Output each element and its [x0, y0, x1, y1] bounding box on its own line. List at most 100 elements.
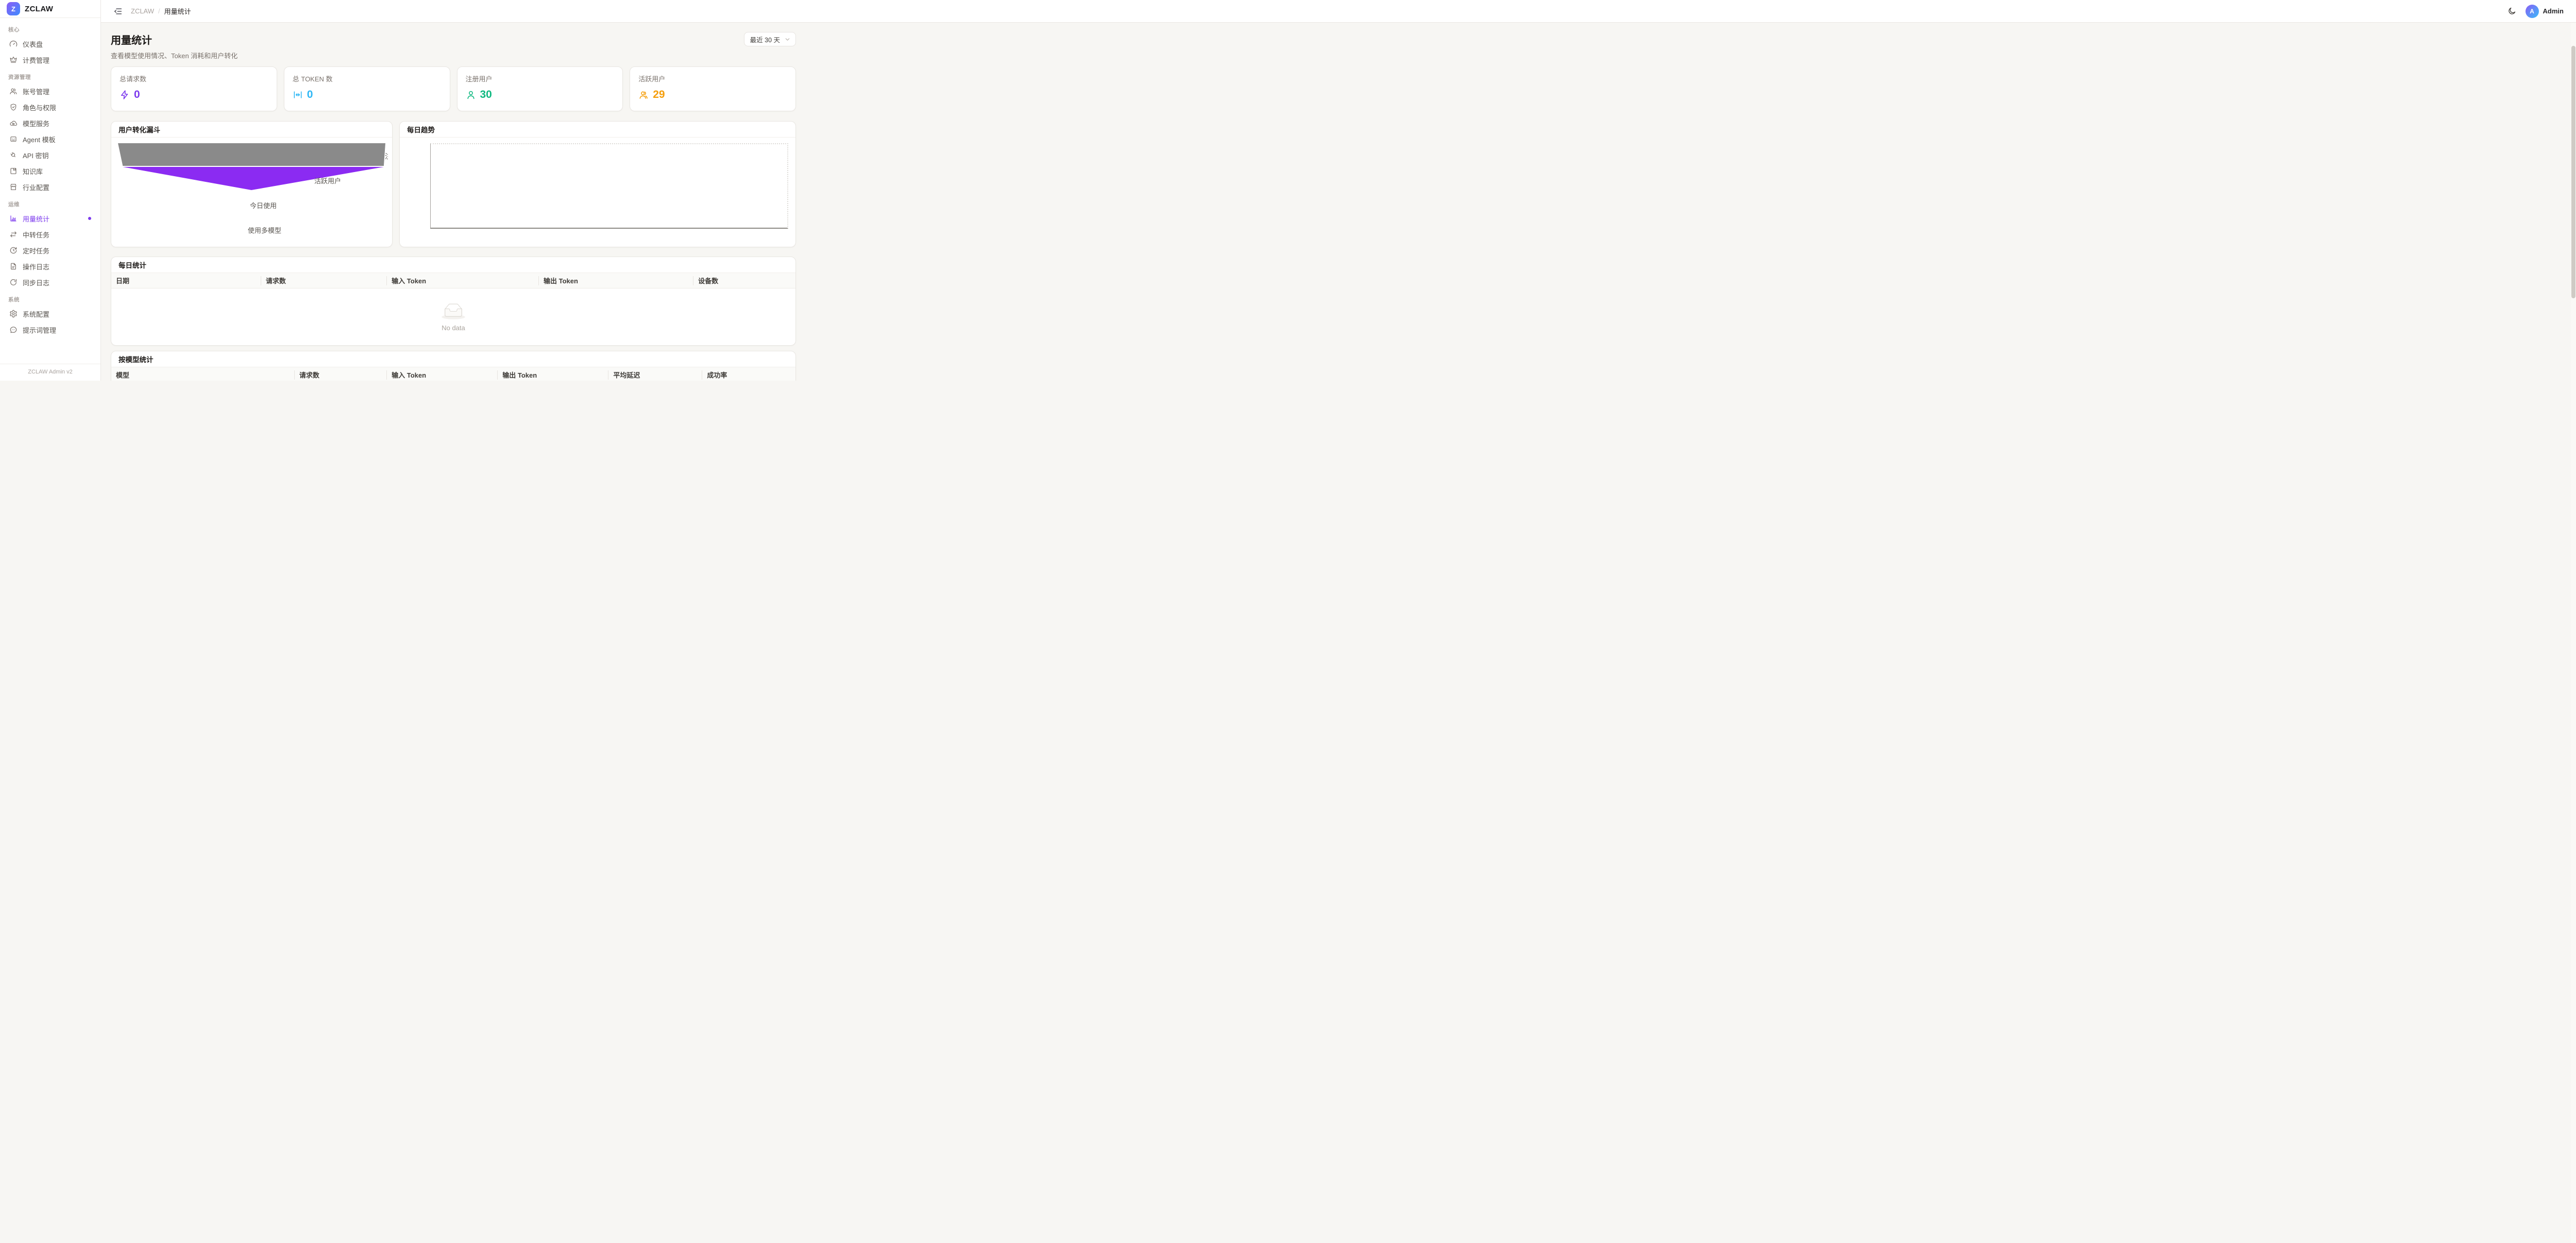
column-header-output-token: 输出 Token	[539, 273, 693, 288]
funnel-stage-registered	[118, 143, 385, 166]
nav-group-system: 系统	[8, 296, 92, 303]
stat-value: 0	[307, 89, 313, 101]
sidebar-item-industry-config[interactable]: 行业配置	[6, 179, 94, 195]
sidebar-item-billing[interactable]: 计费管理	[6, 52, 94, 67]
trend-card-title: 每日趋势	[407, 124, 435, 134]
sidebar-item-operation-logs[interactable]: 操作日志	[6, 259, 94, 274]
sidebar-item-relay-tasks[interactable]: 中转任务	[6, 227, 94, 242]
nav-group-resources: 资源管理	[8, 73, 92, 81]
sidebar-item-label: API 密钥	[23, 150, 49, 160]
sidebar-item-roles[interactable]: 角色与权限	[6, 99, 94, 115]
stat-label: 总 TOKEN 数	[293, 74, 442, 83]
sidebar-item-accounts[interactable]: 账号管理	[6, 83, 94, 99]
funnel-card-title: 用户转化漏斗	[118, 124, 160, 134]
cloud-icon	[9, 119, 18, 127]
page-subtitle: 查看模型使用情况、Token 消耗和用户转化	[111, 50, 238, 60]
model-table-header: 模型 请求数 输入 Token 输出 Token 平均延迟 成功率	[111, 367, 795, 381]
sidebar-item-model-services[interactable]: 模型服务	[6, 115, 94, 131]
column-header-success-rate: 成功率	[702, 367, 795, 381]
sidebar-item-usage-stats[interactable]: 用量统计	[6, 211, 94, 226]
store-icon	[9, 183, 18, 191]
sidebar-item-scheduled-tasks[interactable]: 定时任务	[6, 243, 94, 258]
sidebar-item-agent-templates[interactable]: Agent 模板	[6, 131, 94, 147]
token-width-icon	[293, 90, 303, 100]
sidebar-item-dashboard[interactable]: 仪表盘	[6, 36, 94, 52]
column-header-input-token: 输入 Token	[387, 367, 498, 381]
funnel-label-active: 活跃用户	[314, 176, 341, 185]
main-content: 用量统计 查看模型使用情况、Token 消耗和用户转化 最近 30 天 总请求数…	[101, 23, 808, 381]
sidebar-item-label: 同步日志	[23, 278, 49, 287]
empty-state: No data	[111, 288, 795, 345]
breadcrumb-current: 用量统计	[164, 6, 191, 16]
column-header-requests: 请求数	[295, 367, 387, 381]
bot-icon	[9, 135, 18, 143]
sidebar-item-label: 用量统计	[23, 214, 49, 224]
stat-label: 活跃用户	[638, 74, 787, 83]
brand-logo: Z	[7, 2, 20, 15]
user-name: Admin	[2543, 7, 2564, 15]
refresh-icon	[9, 278, 18, 286]
sidebar-item-label: 定时任务	[23, 246, 49, 256]
sidebar-item-label: 操作日志	[23, 262, 49, 271]
gauge-icon	[9, 40, 18, 48]
user-menu[interactable]: A Admin	[2526, 5, 2564, 18]
sidebar-item-api-keys[interactable]: API 密钥	[6, 147, 94, 163]
funnel-chart[interactable]: 注册用户 活跃用户 今日使用 使用多模型	[111, 138, 392, 247]
sidebar-collapse-icon[interactable]	[113, 7, 123, 16]
topbar: ZCLAW / 用量统计 A Admin	[101, 0, 2576, 23]
page-title: 用量统计	[111, 32, 238, 47]
sidebar-footer-version: ZCLAW Admin v2	[0, 364, 100, 381]
funnel-label-multi-model: 使用多模型	[248, 225, 281, 235]
crown-icon	[9, 56, 18, 64]
column-header-devices: 设备数	[693, 273, 795, 288]
nav-group-core: 核心	[8, 26, 92, 33]
plug-icon	[9, 151, 18, 159]
sidebar-item-label: 中转任务	[23, 230, 49, 240]
daily-table-header: 日期 请求数 输入 Token 输出 Token 设备数	[111, 273, 795, 288]
breadcrumb-root[interactable]: ZCLAW	[131, 7, 154, 15]
stat-value: 0	[134, 89, 140, 101]
timer-icon	[9, 246, 18, 254]
column-header-date: 日期	[111, 273, 261, 288]
sidebar: Z ZCLAW 核心 仪表盘 计费管理 资源管理 账号管理 角色与权限	[0, 0, 101, 381]
nav-group-ops: 运维	[8, 200, 92, 208]
breadcrumb: ZCLAW / 用量统计	[131, 6, 191, 16]
date-range-select[interactable]: 最近 30 天	[744, 32, 796, 46]
date-range-value: 最近 30 天	[750, 35, 780, 44]
file-text-icon	[9, 262, 18, 270]
gear-icon	[9, 310, 18, 318]
sidebar-item-prompt-management[interactable]: 提示词管理	[6, 322, 94, 337]
users-icon	[9, 87, 18, 95]
model-stats-card: 按模型统计 模型 请求数 输入 Token 输出 Token 平均延迟 成功率	[111, 351, 796, 381]
sidebar-item-label: 角色与权限	[23, 103, 56, 112]
scrollbar-thumb[interactable]	[2571, 46, 2575, 298]
sidebar-item-knowledge-base[interactable]: 知识库	[6, 163, 94, 179]
funnel-stage-active	[118, 167, 385, 190]
column-header-avg-latency: 平均延迟	[608, 367, 702, 381]
sidebar-item-label: 系统配置	[23, 309, 49, 319]
empty-state-text: No data	[442, 324, 465, 332]
stats-row: 总请求数 0 总 TOKEN 数 0 注册用户 30	[111, 66, 796, 111]
funnel-card: 用户转化漏斗 注册用户 活跃用户 今日使用 使用多模型	[111, 121, 393, 247]
daily-table-title: 每日统计	[118, 260, 146, 270]
user-icon	[466, 90, 476, 100]
avatar: A	[2526, 5, 2539, 18]
empty-plot-area	[430, 143, 788, 229]
brand-title: ZCLAW	[25, 5, 53, 13]
stat-label: 总请求数	[120, 74, 268, 83]
sidebar-item-label: 提示词管理	[23, 325, 56, 335]
stat-card-total-requests: 总请求数 0	[111, 66, 277, 111]
daily-stats-card: 每日统计 日期 请求数 输入 Token 输出 Token 设备数 No dat…	[111, 257, 796, 346]
dark-mode-toggle-moon-icon[interactable]	[2507, 7, 2516, 15]
vertical-scrollbar[interactable]	[2571, 23, 2576, 1243]
chevron-down-icon	[784, 36, 791, 43]
sidebar-item-sync-logs[interactable]: 同步日志	[6, 275, 94, 290]
daily-trend-chart[interactable]	[400, 138, 795, 247]
stat-value: 29	[653, 89, 665, 101]
book-icon	[9, 167, 18, 175]
sidebar-item-system-config[interactable]: 系统配置	[6, 306, 94, 321]
brand-row: Z ZCLAW	[0, 0, 100, 18]
active-indicator-dot	[88, 217, 91, 220]
funnel-label-today-use: 今日使用	[250, 200, 277, 210]
sidebar-item-label: 计费管理	[23, 55, 49, 65]
